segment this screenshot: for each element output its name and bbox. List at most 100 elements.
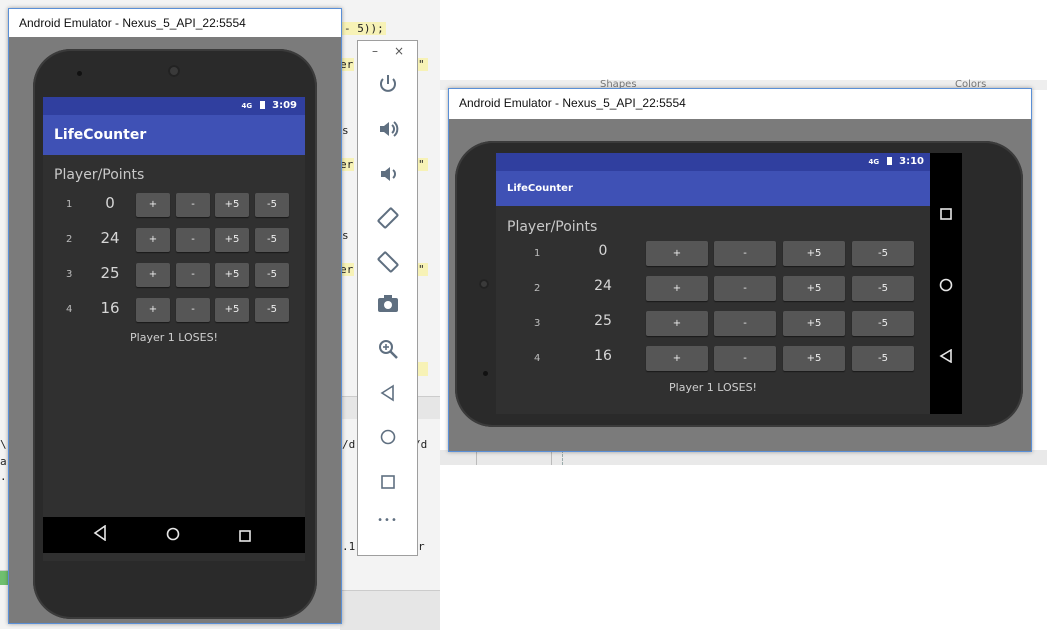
code-highlight: [418, 362, 428, 376]
recent-apps-icon[interactable]: [239, 527, 251, 546]
app-content: Player/Points 1 0 + - +5 -5 2 24 + - +5 …: [496, 206, 930, 414]
subtract-one-button[interactable]: -: [176, 228, 210, 252]
page-heading: Player/Points: [54, 167, 145, 183]
rotate-left-icon[interactable]: [358, 206, 417, 236]
battery-icon: [886, 157, 892, 165]
status-time: 3:09: [272, 100, 297, 111]
subtract-five-button[interactable]: -5: [852, 276, 914, 301]
subtract-five-button[interactable]: -5: [852, 346, 914, 371]
subtract-five-button[interactable]: -5: [852, 241, 914, 266]
add-one-button[interactable]: +: [646, 241, 708, 266]
add-five-button[interactable]: +5: [215, 228, 249, 252]
rotate-right-icon[interactable]: [358, 250, 417, 280]
recent-apps-icon[interactable]: [940, 205, 952, 224]
subtract-one-button[interactable]: -: [176, 298, 210, 322]
player-row: 4 16 + - +5 -5: [496, 346, 930, 371]
add-five-button[interactable]: +5: [783, 346, 845, 371]
subtract-one-button[interactable]: -: [176, 263, 210, 287]
code-fragment: .1: [342, 540, 356, 553]
subtract-five-button[interactable]: -5: [255, 263, 289, 287]
power-icon[interactable]: [358, 73, 417, 101]
close-button[interactable]: ×: [394, 44, 404, 58]
zoom-icon[interactable]: [358, 338, 417, 366]
ide-panel-footer: [440, 450, 1047, 465]
emulator-toolbar: – × •••: [357, 40, 418, 556]
back-icon[interactable]: [358, 383, 417, 408]
more-options-icon[interactable]: •••: [358, 515, 417, 526]
code-fragment: /d: [342, 438, 356, 451]
add-one-button[interactable]: +: [136, 263, 170, 287]
subtract-one-button[interactable]: -: [714, 311, 776, 336]
player-number: 4: [534, 353, 541, 364]
player-number: 1: [534, 248, 541, 259]
add-one-button[interactable]: +: [136, 228, 170, 252]
player-number: 2: [534, 283, 541, 294]
emulator-window-portrait[interactable]: Android Emulator - Nexus_5_API_22:5554 4…: [8, 8, 342, 624]
nav-bar: [43, 517, 305, 553]
player-row: 4 16 + - +5 -5: [43, 298, 305, 322]
player-row: 3 25 + - +5 -5: [496, 311, 930, 336]
code-fragment: ": [418, 58, 428, 71]
code-fragment: .: [0, 470, 7, 483]
add-one-button[interactable]: +: [646, 346, 708, 371]
subtract-one-button[interactable]: -: [714, 241, 776, 266]
home-icon[interactable]: [166, 526, 180, 545]
app-title: LifeCounter: [54, 127, 147, 143]
ide-bottom-panel: [340, 590, 440, 630]
status-bar: 4G 3:09: [43, 97, 305, 115]
back-icon[interactable]: [939, 348, 953, 367]
add-five-button[interactable]: +5: [783, 276, 845, 301]
player-points: 25: [100, 264, 120, 282]
window-title[interactable]: Android Emulator - Nexus_5_API_22:5554: [449, 89, 1031, 117]
signal-icon: 4G: [868, 158, 880, 166]
phone-screen: 4G 3:09 LifeCounter Player/Points 1 0 + …: [43, 97, 305, 561]
volume-down-icon[interactable]: [358, 163, 417, 191]
loss-message: Player 1 LOSES!: [669, 381, 757, 394]
home-icon[interactable]: [358, 427, 417, 452]
code-line: - 5));: [342, 22, 386, 35]
subtract-five-button[interactable]: -5: [255, 298, 289, 322]
camera-screenshot-icon[interactable]: [358, 294, 417, 320]
volume-up-icon[interactable]: [358, 118, 417, 146]
emulator-body: 4G 3:09 LifeCounter Player/Points 1 0 + …: [9, 37, 341, 623]
subtract-one-button[interactable]: -: [714, 276, 776, 301]
emulator-body: 4G 3:10 LifeCounter Player/Points 1 0 + …: [449, 119, 1031, 451]
add-five-button[interactable]: +5: [783, 241, 845, 266]
player-number: 3: [534, 318, 541, 329]
phone-frame: 4G 3:10 LifeCounter Player/Points 1 0 + …: [455, 141, 1023, 427]
player-row: 2 24 + - +5 -5: [43, 228, 305, 252]
add-one-button[interactable]: +: [646, 311, 708, 336]
back-icon[interactable]: [93, 524, 107, 545]
player-points: 25: [594, 313, 612, 329]
subtract-five-button[interactable]: -5: [852, 311, 914, 336]
nav-bar: [930, 153, 962, 414]
player-row: 1 0 + - +5 -5: [43, 193, 305, 217]
add-five-button[interactable]: +5: [783, 311, 845, 336]
ide-marker: [0, 570, 8, 585]
add-one-button[interactable]: +: [646, 276, 708, 301]
subtract-one-button[interactable]: -: [714, 346, 776, 371]
emulator-window-landscape[interactable]: Android Emulator - Nexus_5_API_22:5554 4…: [448, 88, 1032, 452]
add-five-button[interactable]: +5: [215, 298, 249, 322]
home-icon[interactable]: [939, 277, 953, 296]
add-one-button[interactable]: +: [136, 193, 170, 217]
camera-icon: [483, 371, 488, 376]
add-five-button[interactable]: +5: [215, 263, 249, 287]
minimize-button[interactable]: –: [372, 44, 378, 58]
phone-frame: 4G 3:09 LifeCounter Player/Points 1 0 + …: [33, 49, 317, 619]
add-one-button[interactable]: +: [136, 298, 170, 322]
code-fragment: er: [340, 263, 354, 276]
app-content: Player/Points 1 0 + - +5 -5 2 24 + - +5 …: [43, 155, 305, 561]
subtract-five-button[interactable]: -5: [255, 193, 289, 217]
subtract-five-button[interactable]: -5: [255, 228, 289, 252]
status-time: 3:10: [899, 156, 924, 167]
overview-icon[interactable]: [358, 471, 417, 496]
subtract-one-button[interactable]: -: [176, 193, 210, 217]
app-title: LifeCounter: [507, 183, 573, 194]
add-five-button[interactable]: +5: [215, 193, 249, 217]
window-title[interactable]: Android Emulator - Nexus_5_API_22:5554: [9, 9, 341, 37]
player-points: 24: [594, 278, 612, 294]
code-fragment: er: [340, 58, 354, 71]
player-number: 3: [66, 269, 73, 280]
speaker-icon: [168, 65, 180, 77]
